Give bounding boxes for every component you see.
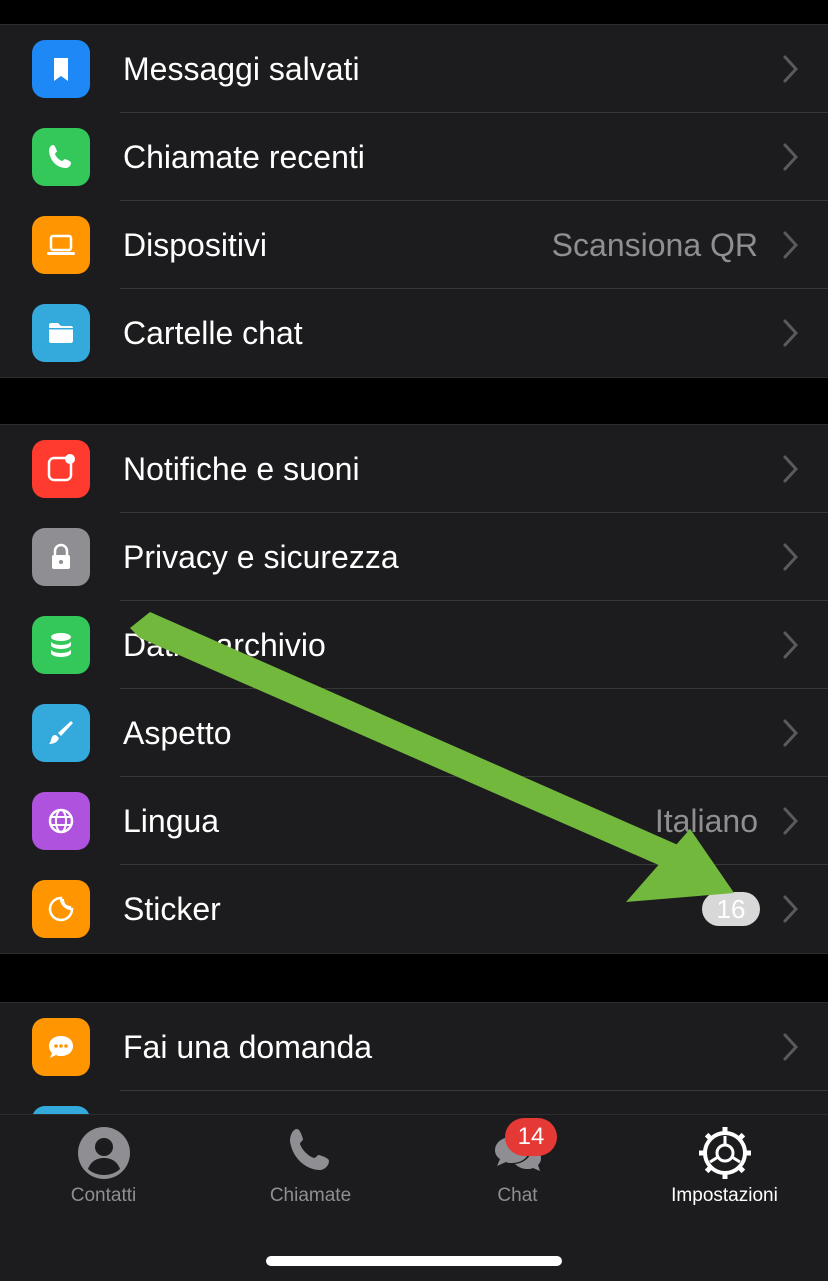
row-label: Privacy e sicurezza [123,539,399,575]
chevron-right-icon [783,631,799,659]
folder-icon [32,304,90,362]
row-label: Lingua [123,803,220,839]
row-stickers[interactable]: Sticker 16 [0,865,828,953]
row-language[interactable]: Lingua Italiano [0,777,828,865]
tab-label: Chiamate [269,1185,352,1206]
chevron-right-icon [783,895,799,923]
brush-icon [32,704,90,762]
row-label: Dispositivi [123,227,268,263]
row-value: Scansiona QR [551,227,758,263]
tab-contacts[interactable]: Contatti [0,1115,207,1225]
chevron-right-icon [783,719,799,747]
row-recent-calls[interactable]: Chiamate recenti [0,113,828,201]
tab-label: Impostazioni [671,1185,778,1206]
chevron-right-icon [783,807,799,835]
tab-label: Chat [497,1185,538,1206]
tab-settings[interactable]: Impostazioni [621,1115,828,1225]
sticker-count-badge: 16 [702,892,760,926]
chevron-right-icon [783,231,799,259]
chevron-right-icon [783,543,799,571]
tab-calls[interactable]: Chiamate [207,1115,414,1225]
row-notifications[interactable]: Notifiche e suoni [0,425,828,513]
row-label: Chiamate recenti [123,139,365,175]
phone-icon [32,128,90,186]
notification-icon [32,440,90,498]
row-label: Messaggi salvati [123,51,360,87]
chevron-right-icon [783,55,799,83]
settings-group-help: Fai una domanda [0,1002,828,1115]
lock-icon [32,528,90,586]
row-chat-folders[interactable]: Cartelle chat [0,289,828,377]
chat-unread-badge: 14 [505,1118,557,1156]
row-appearance[interactable]: Aspetto [0,689,828,777]
row-label: Fai una domanda [123,1029,373,1065]
chevron-right-icon [783,143,799,171]
row-label: Aspetto [123,715,232,751]
row-label: Cartelle chat [123,315,303,351]
globe-icon [32,792,90,850]
chevron-right-icon [783,319,799,347]
row-devices[interactable]: Dispositivi Scansiona QR [0,201,828,289]
settings-group-shortcuts: Messaggi salvati Chiamate recenti Dispos… [0,24,828,378]
chevron-right-icon [783,455,799,483]
row-label: Sticker [123,891,221,927]
row-privacy[interactable]: Privacy e sicurezza [0,513,828,601]
chat-bubble-icon [32,1018,90,1076]
row-ask-question[interactable]: Fai una domanda [0,1003,828,1091]
phone-icon [289,1129,329,1170]
settings-group-preferences: Notifiche e suoni Privacy e sicurezza Da… [0,424,828,954]
row-value: Italiano [654,803,758,839]
home-indicator[interactable] [266,1256,562,1266]
laptop-icon [32,216,90,274]
tab-label: Contatti [70,1185,137,1206]
chevron-right-icon [783,1033,799,1061]
person-icon [77,1127,130,1179]
row-data-storage[interactable]: Dati e archivio [0,601,828,689]
bookmark-icon [32,40,90,98]
row-label: Dati e archivio [123,627,326,663]
row-partial[interactable] [0,1091,828,1115]
database-icon [32,616,90,674]
row-saved-messages[interactable]: Messaggi salvati [0,25,828,113]
sticker-icon [32,880,90,938]
gear-icon [698,1127,751,1179]
row-label: Notifiche e suoni [123,451,360,487]
